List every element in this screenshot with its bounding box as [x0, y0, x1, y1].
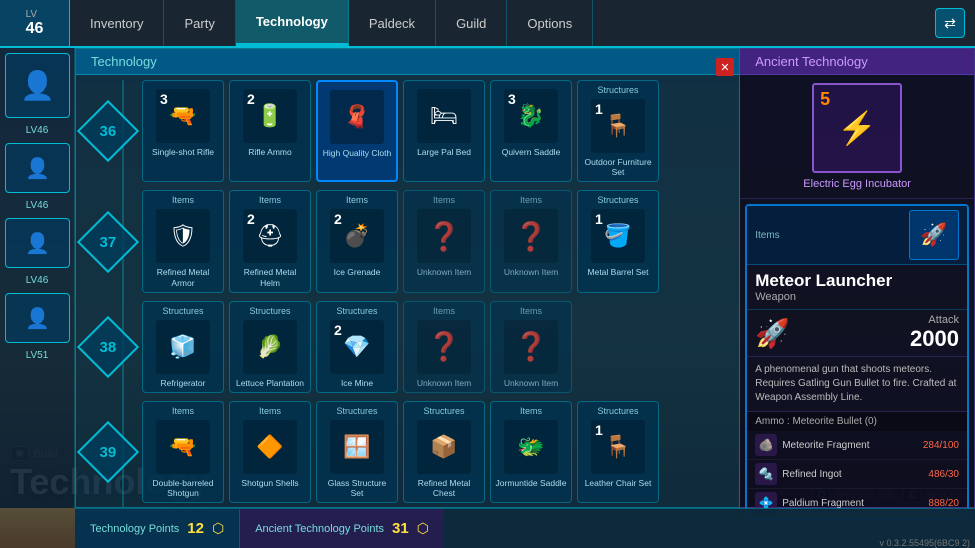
tech-item-jormuntide-saddle[interactable]: Items 🐲 Jormuntide Saddle [490, 401, 572, 503]
material-row-meteorite: 🪨 Meteorite Fragment 284/100 [747, 431, 967, 460]
attack-stat-row: 🚀 Attack 2000 [747, 310, 967, 357]
weapon-image-area: 🚀 [755, 317, 790, 350]
ancient-item-label: Electric Egg Incubator [803, 178, 911, 190]
tech-panel-header: Technology [76, 49, 739, 75]
tech-item-refined-metal-helm[interactable]: Items 2 ⛑ Refined Metal Helm [229, 190, 311, 292]
tech-item-shotgun-shells[interactable]: Items 🔶 Shotgun Shells [229, 401, 311, 503]
weapon-name: Meteor Launcher [755, 271, 959, 291]
player-avatar-2: 👤 [5, 143, 70, 193]
tech-item-unknown-3[interactable]: Items ❓ Unknown Item [403, 301, 485, 393]
player-level-2: LV46 [0, 198, 74, 213]
top-navigation: LV 46 Inventory Party Technology Paldeck… [0, 0, 975, 48]
tech-row-38: 38 Structures 🧊 Refrigerator Structures … [86, 301, 729, 393]
tech-item-ice-mine[interactable]: Structures 2 💎 Ice Mine [316, 301, 398, 393]
attack-label: Attack [910, 314, 959, 326]
tech-row-36: 36 3 🔫 Single-shot Rifle [86, 80, 729, 182]
tech-items-37: Items 🛡 Refined Metal Armor Items 2 ⛑ Re… [142, 190, 659, 292]
tech-panel: Technology 36 3 🔫 [75, 48, 740, 508]
material-icon-meteorite: 🪨 [755, 434, 777, 456]
material-name-ingot: Refined Ingot [782, 469, 842, 480]
tech-item-unknown-1[interactable]: Items ❓ Unknown Item [403, 190, 485, 292]
bottom-bar: Technology Points 12 ⬡ Ancient Technolog… [75, 508, 975, 548]
material-count-paldium: 888/20 [928, 498, 959, 509]
player-level-label: LV46 [0, 123, 74, 138]
player-avatar-4: 👤 [5, 293, 70, 343]
weapon-type: Weapon [755, 291, 959, 303]
ancient-points-icon: ⬡ [417, 520, 429, 537]
tab-options[interactable]: Options [507, 0, 593, 46]
ancient-points-label: Ancient Technology Points [255, 523, 384, 535]
material-name-meteorite: Meteorite Fragment [782, 440, 869, 451]
material-count-ingot: 486/30 [928, 469, 959, 480]
tech-item-double-shotgun[interactable]: Items 🔫 Double-barreled Shotgun [142, 401, 224, 503]
tech-item-refrigerator[interactable]: Structures 🧊 Refrigerator [142, 301, 224, 393]
attack-value: 2000 [910, 326, 959, 352]
tech-item-ice-grenade[interactable]: Items 2 💣 Ice Grenade [316, 190, 398, 292]
material-count-meteorite: 284/100 [923, 440, 959, 451]
ancient-item-icon-box: 5 ⚡ [812, 83, 902, 173]
tech-item-metal-barrel[interactable]: Structures 1 🪣 Metal Barrel Set [577, 190, 659, 292]
tech-item-single-shot-rifle[interactable]: 3 🔫 Single-shot Rifle [142, 80, 224, 182]
ancient-points-section: Ancient Technology Points 31 ⬡ [240, 509, 444, 548]
material-icon-ingot: 🔩 [755, 463, 777, 485]
weapon-description: A phenomenal gun that shoots meteors. Re… [747, 357, 967, 412]
player-level: LV 46 [0, 0, 70, 46]
ancient-panel-header: Ancient Technology [740, 49, 974, 75]
tech-item-unknown-4[interactable]: Items ❓ Unknown Item [490, 301, 572, 393]
items-category-label: Items [755, 230, 779, 241]
level-badge-39: 39 [77, 421, 139, 483]
player-level-4: LV51 [0, 348, 74, 363]
level-badge-36: 36 [77, 100, 139, 162]
tech-items-38: Structures 🧊 Refrigerator Structures 🥬 L… [142, 301, 659, 393]
player-avatar: 👤 [5, 53, 70, 118]
material-row-ingot: 🔩 Refined Ingot 486/30 [747, 460, 967, 489]
tech-item-unknown-2[interactable]: Items ❓ Unknown Item [490, 190, 572, 292]
tech-items-36: 3 🔫 Single-shot Rifle 2 🔋 Rifle Ammo [142, 80, 659, 182]
tab-paldeck[interactable]: Paldeck [349, 0, 436, 46]
ancient-points-value: 31 [392, 520, 409, 537]
weapon-icon-large: 🚀 [755, 317, 790, 350]
tech-item-refined-metal-armor[interactable]: Items 🛡 Refined Metal Armor [142, 190, 224, 292]
tech-item-outdoor-furniture[interactable]: Structures 1 🪑 Outdoor Furniture Set [577, 80, 659, 182]
tab-party[interactable]: Party [164, 0, 235, 46]
tech-row-37: 37 Items 🛡 Refined Metal Armor Items 2 [86, 190, 729, 292]
ancient-item-egg-incubator[interactable]: 5 ⚡ Electric Egg Incubator [740, 75, 974, 199]
tech-item-quivern-saddle[interactable]: 3 🐉 Quivern Saddle [490, 80, 572, 182]
tab-guild[interactable]: Guild [436, 0, 507, 46]
version-text: v 0.3.2.55495(6BC9 2) [879, 538, 970, 548]
level-badge-37: 37 [77, 210, 139, 272]
tech-points-icon: ⬡ [212, 520, 224, 537]
meteor-launcher-icon: 🚀 [909, 210, 959, 260]
nav-arrow-button[interactable]: ⇄ [935, 8, 965, 38]
tech-item-leather-chair[interactable]: Structures 1 🪑 Leather Chair Set [577, 401, 659, 503]
meteor-launcher-detail: Items 🚀 Meteor Launcher Weapon 🚀 Attack … [745, 204, 969, 520]
tech-tree-container[interactable]: 36 3 🔫 Single-shot Rifle [76, 75, 739, 507]
main-content: Technology 36 3 🔫 [75, 48, 975, 508]
tech-item-glass-structure[interactable]: Structures 🪟 Glass Structure Set [316, 401, 398, 503]
attack-value-area: Attack 2000 [910, 314, 959, 352]
material-name-paldium: Paldium Fragment [782, 498, 864, 509]
left-sidebar: 👤 LV46 👤 LV46 👤 LV46 👤 LV51 [0, 48, 75, 508]
player-avatar-3: 👤 [5, 218, 70, 268]
tab-inventory[interactable]: Inventory [70, 0, 164, 46]
level-badge-38: 38 [77, 316, 139, 378]
detail-header-row: Items 🚀 [747, 206, 967, 265]
tech-item-high-quality-cloth[interactable]: 🧣 High Quality Cloth [316, 80, 398, 182]
tech-points-section: Technology Points 12 ⬡ [75, 509, 240, 548]
ammo-label: Ammo : Meteorite Bullet (0) [747, 412, 967, 431]
tech-item-lettuce-plantation[interactable]: Structures 🥬 Lettuce Plantation [229, 301, 311, 393]
ancient-panel: Ancient Technology 5 ⚡ Electric Egg Incu… [740, 48, 975, 508]
tech-items-39: Items 🔫 Double-barreled Shotgun Items 🔶 … [142, 401, 659, 503]
tech-row-39: 39 Items 🔫 Double-barreled Shotgun Items… [86, 401, 729, 503]
weapon-name-row: Meteor Launcher Weapon [747, 265, 967, 310]
tech-item-large-pal-bed[interactable]: 🛏 Large Pal Bed [403, 80, 485, 182]
tech-points-label: Technology Points [90, 523, 179, 535]
nav-right-area: ⇄ [935, 8, 975, 38]
tech-item-rifle-ammo[interactable]: 2 🔋 Rifle Ammo [229, 80, 311, 182]
tech-item-refined-metal-chest[interactable]: Structures 📦 Refined Metal Chest [403, 401, 485, 503]
tab-technology[interactable]: Technology [236, 0, 349, 46]
player-level-3: LV46 [0, 273, 74, 288]
tech-points-value: 12 [187, 520, 204, 537]
close-button[interactable]: ✕ [716, 58, 734, 76]
